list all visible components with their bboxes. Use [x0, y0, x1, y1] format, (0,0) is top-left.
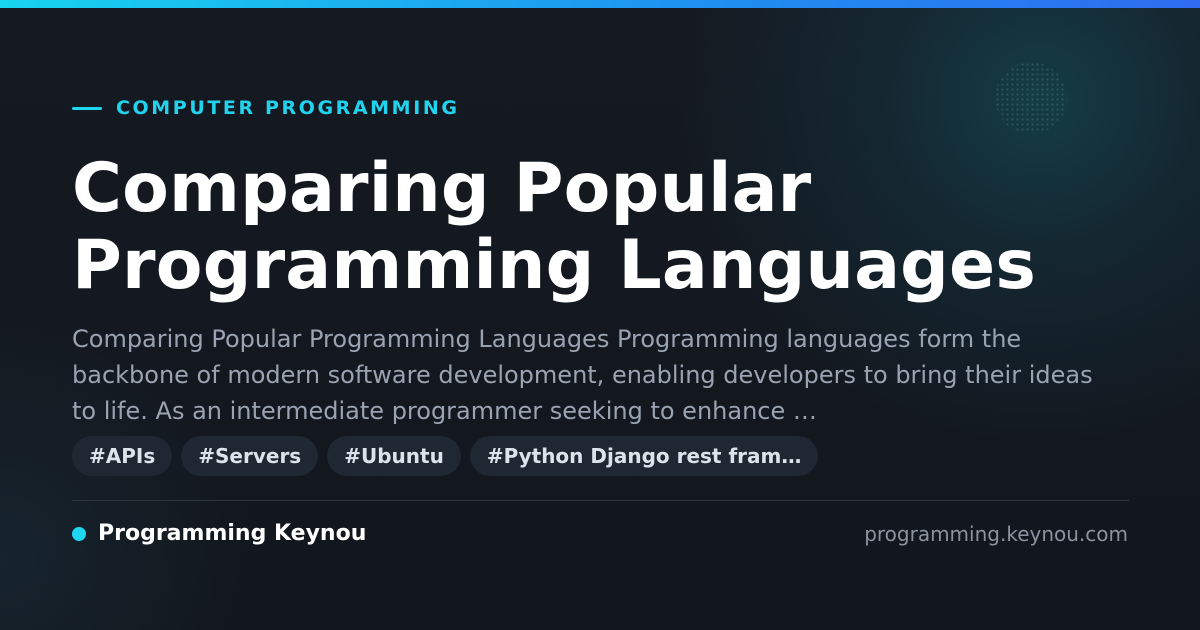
tag-apis: #APIs — [72, 436, 173, 476]
tag-python-django: #Python Django rest fram… — [469, 436, 819, 476]
article-excerpt: Comparing Popular Programming Languages … — [72, 325, 1093, 425]
brand-dot-icon — [72, 527, 86, 541]
tag-servers: #Servers — [181, 436, 319, 476]
tag-list: #APIs #Servers #Ubuntu #Python Django re… — [72, 436, 819, 476]
title-line-1: Comparing Popular — [72, 149, 812, 228]
brand: Programming Keynou — [72, 519, 366, 549]
tag-ubuntu: #Ubuntu — [327, 436, 461, 476]
title-line-2: Programming Languages — [72, 226, 1037, 305]
site-domain: programming.keynou.com — [864, 522, 1128, 546]
brand-name: Programming Keynou — [98, 521, 367, 546]
page-title: Comparing Popular Programming Languages — [72, 150, 1132, 304]
accent-top-bar — [0, 0, 1200, 8]
kicker-line-decoration — [72, 106, 102, 110]
footer-divider — [72, 500, 1129, 501]
share-card: COMPUTER PROGRAMMING Comparing Popular Pr… — [0, 0, 1200, 630]
category-kicker: COMPUTER PROGRAMMING — [72, 96, 460, 120]
dot-pattern-decoration — [995, 62, 1067, 134]
category-label: COMPUTER PROGRAMMING — [116, 97, 460, 119]
